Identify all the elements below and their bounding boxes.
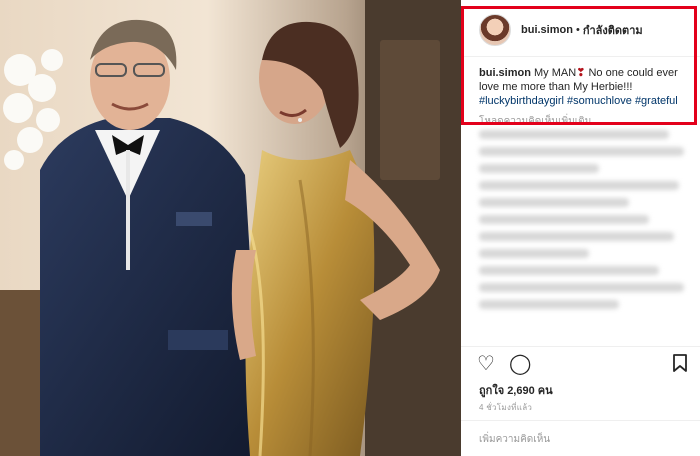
- comment-divider: [461, 420, 700, 421]
- comment-row: [479, 215, 649, 224]
- highlight-box: [461, 6, 697, 125]
- comments-list: [479, 130, 693, 317]
- heart-outline-icon[interactable]: ♡: [477, 354, 495, 374]
- comment-row: [479, 147, 684, 156]
- comment-row: [479, 181, 679, 190]
- comment-row: [479, 249, 589, 258]
- comment-row: [479, 130, 669, 139]
- comment-row: [479, 164, 599, 173]
- likes-count[interactable]: ถูกใจ 2,690 คน: [479, 381, 553, 399]
- actions-divider: [461, 346, 700, 347]
- comment-row: [479, 266, 659, 275]
- comment-row: [479, 232, 674, 241]
- comment-row: [479, 283, 684, 292]
- post-timestamp[interactable]: 4 ชั่วโมงที่แล้ว: [479, 401, 532, 414]
- action-bar: ♡ ◯: [477, 354, 691, 376]
- speech-bubble-icon[interactable]: ◯: [509, 354, 531, 374]
- comment-row: [479, 198, 629, 207]
- photo-illustration: [0, 0, 461, 456]
- bookmark-icon[interactable]: [673, 354, 687, 378]
- add-comment-input[interactable]: เพิ่มความคิดเห็น: [479, 432, 550, 447]
- post-photo: [0, 0, 461, 456]
- comment-row: [479, 300, 619, 309]
